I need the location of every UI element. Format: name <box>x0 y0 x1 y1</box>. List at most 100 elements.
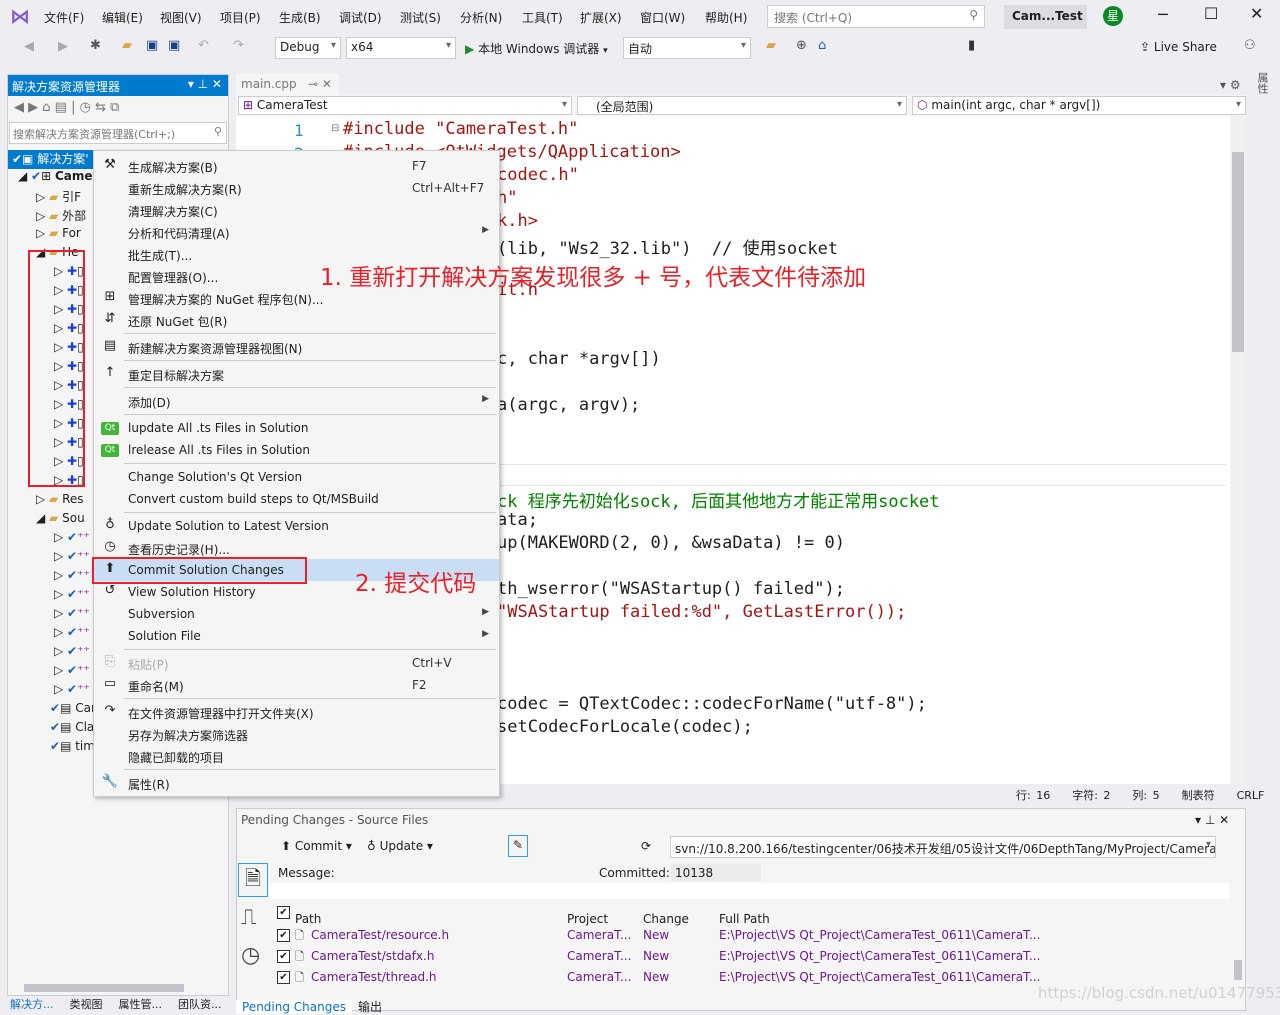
message-tab-icon[interactable]: 🗎 <box>238 863 268 897</box>
file-row-path[interactable]: CameraTest/thread.h <box>311 970 437 984</box>
context-menu-item[interactable]: 添加(D) ▶ <box>94 390 499 412</box>
context-menu-item[interactable]: Qt lupdate All .ts Files in Solution <box>94 417 499 439</box>
column-header[interactable]: Path <box>295 912 321 926</box>
fold-marker-icon[interactable]: ⊟ <box>331 123 339 134</box>
find-in-files-icon[interactable]: ▰ <box>766 38 776 53</box>
menu-item[interactable]: 视图(V) <box>160 9 202 26</box>
menu-item[interactable]: 调试(D) <box>339 9 382 26</box>
pin-icon[interactable]: ⊸ ✕ <box>308 77 332 91</box>
source-files-tab-icon[interactable]: ⎍ <box>241 905 256 930</box>
tree-item[interactable]: ✔▤ tim <box>50 739 95 758</box>
menu-item[interactable]: 编辑(E) <box>102 9 143 26</box>
context-menu-item[interactable]: 分析和代码清理(A) ▶ <box>94 221 499 243</box>
row-checkbox[interactable]: ✔ <box>277 929 290 942</box>
panel-controls[interactable]: ▾ ⊥ ✕ <box>188 77 222 91</box>
tree-item[interactable]: ▷ ✔⁺⁺ <box>54 682 90 701</box>
tree-item[interactable]: ▷ ▰ Res <box>36 492 84 511</box>
context-menu-item[interactable]: ↷ 在文件资源管理器中打开文件夹(X) <box>94 701 499 723</box>
bottom-panel-tab[interactable]: 输出 <box>352 1000 388 1014</box>
save-all-icon[interactable]: ▣ <box>168 38 180 53</box>
header-checkbox[interactable]: ✔ <box>277 906 290 919</box>
avatar[interactable]: 星 <box>1103 6 1123 26</box>
tree-item[interactable]: ✔▤ Car <box>50 701 96 720</box>
nav-scope-dropdown[interactable]: (全局范围) <box>577 96 907 115</box>
context-menu-item[interactable]: 隐藏已卸载的项目 <box>94 745 499 767</box>
se-bottom-tab[interactable]: 解决方... <box>7 998 57 1011</box>
tree-item[interactable]: ◢ ✔⊞ Came <box>18 169 93 188</box>
context-menu-item[interactable]: 🔧 属性(R) <box>94 772 499 794</box>
tree-item[interactable]: ▷ ✔⁺⁺ <box>54 606 90 625</box>
forward-icon[interactable]: ▶ <box>58 39 68 54</box>
run-button[interactable]: ▶ 本地 Windows 调试器 ▾ <box>465 40 608 57</box>
context-menu-item[interactable]: ◷ 查看历史记录(H)... <box>94 537 499 559</box>
context-menu-item[interactable]: ⇵ 还原 NuGet 包(R) <box>94 309 499 331</box>
bottom-panel-tab[interactable]: Pending Changes <box>236 1000 352 1014</box>
context-menu-item[interactable]: Change Solution's Qt Version <box>94 466 499 488</box>
new-project-icon[interactable]: ✱ <box>90 38 101 53</box>
context-menu-item[interactable]: Convert custom build steps to Qt/MSBuild <box>94 488 499 510</box>
search-box[interactable]: 搜索 (Ctrl+Q) ⚲ <box>767 5 985 28</box>
save-icon[interactable]: ▣ <box>146 38 158 53</box>
context-menu-item[interactable]: Solution File ▶ <box>94 625 499 647</box>
maximize-button[interactable]: ☐ <box>1204 4 1218 23</box>
menu-item[interactable]: 帮助(H) <box>705 9 747 26</box>
tree-item[interactable]: ▷ ▰ For <box>36 226 81 245</box>
se-bottom-tab[interactable]: 属性管... <box>116 998 166 1011</box>
tree-item[interactable]: ▷ ✔⁺⁺ <box>54 587 90 606</box>
config-dropdown[interactable]: Debug <box>275 37 341 59</box>
properties-side-tab[interactable]: 属性 <box>1256 72 1270 94</box>
tree-item[interactable]: ▷ ✔⁺⁺ <box>54 568 90 587</box>
menu-item[interactable]: 分析(N) <box>460 9 502 26</box>
home-icon[interactable]: ⌂ <box>42 100 50 115</box>
live-share-button[interactable]: ⇪ Live Share <box>1140 40 1217 54</box>
context-menu-item[interactable]: 清理解决方案(C) <box>94 199 499 221</box>
tree-item[interactable]: ▷ ✔⁺⁺ <box>54 625 90 644</box>
column-header[interactable]: Full Path <box>719 912 770 926</box>
context-menu-item[interactable]: ▭ 重命名(M) F2 <box>94 674 499 696</box>
close-button[interactable]: ✕ <box>1250 4 1263 23</box>
editor-tab-main-cpp[interactable]: main.cpp ⊸ ✕ <box>236 74 339 95</box>
refresh-icon[interactable]: ⟳ <box>641 839 651 853</box>
context-menu-item[interactable]: Subversion ▶ <box>94 603 499 625</box>
menu-item[interactable]: 扩展(X) <box>580 9 622 26</box>
row-checkbox[interactable]: ✔ <box>277 950 290 963</box>
home-icon[interactable]: ⌂ <box>818 38 826 53</box>
context-menu-item[interactable]: ▤ 新建解决方案资源管理器视图(N) <box>94 336 499 358</box>
context-menu-item[interactable]: 另存为解决方案筛选器 <box>94 723 499 745</box>
file-row-path[interactable]: CameraTest/resource.h <box>311 928 449 942</box>
minimize-button[interactable]: ─ <box>1158 5 1168 24</box>
menu-item[interactable]: 项目(P) <box>220 9 261 26</box>
history-tab-icon[interactable]: ◷ <box>241 943 260 968</box>
context-menu-item[interactable]: ♁ Update Solution to Latest Version <box>94 515 499 537</box>
tree-item[interactable]: ▷ ▰ 外部 <box>36 207 86 226</box>
tree-item[interactable]: ▷ ✔⁺⁺ <box>54 530 90 549</box>
platform-dropdown[interactable]: x64 <box>346 37 456 59</box>
panel-controls[interactable]: ▾ ⊥ ✕ <box>1195 813 1229 827</box>
menu-item[interactable]: 测试(S) <box>400 9 441 26</box>
tree-item[interactable]: ✔▣ 解决方案' <box>8 150 93 169</box>
se-search-input[interactable]: 搜索解决方案资源管理器(Ctrl+;) ⚲ <box>9 122 227 144</box>
undo-icon[interactable]: ↶ <box>198 38 209 53</box>
tree-item[interactable]: ▷ ▰ 引F <box>36 188 81 207</box>
se-bottom-tab[interactable]: 类视图 <box>67 998 106 1011</box>
browser-icon[interactable]: ⊕ <box>796 38 807 53</box>
back-icon[interactable]: ◀ <box>24 39 34 54</box>
run-mode-dropdown[interactable]: 自动 <box>623 37 751 59</box>
context-menu-item[interactable]: 重新生成解决方案(R) Ctrl+Alt+F7 <box>94 177 499 199</box>
bookmark-icon[interactable]: ▮ <box>968 38 975 53</box>
nav-function-dropdown[interactable]: ⬡ main(int argc, char * argv[]) <box>912 96 1246 115</box>
file-list-scrollbar[interactable] <box>1234 960 1242 980</box>
edit-icon[interactable]: ✎ <box>508 835 528 857</box>
repo-url-dropdown[interactable]: svn://10.8.200.166/testingcenter/06技术开发组… <box>670 836 1216 858</box>
file-row-path[interactable]: CameraTest/stdafx.h <box>311 949 434 963</box>
context-menu-item[interactable]: ⚒ 生成解决方案(B) F7 <box>94 155 499 177</box>
menu-item[interactable]: 窗口(W) <box>640 9 685 26</box>
feedback-icon[interactable]: ⚇ <box>1244 38 1256 53</box>
tree-item[interactable]: ▷ ✔⁺⁺ <box>54 644 90 663</box>
tree-item[interactable]: ◢ ▰ Sou <box>36 511 85 530</box>
update-button[interactable]: ♁ Update ▾ <box>367 839 433 853</box>
context-menu-item[interactable]: Qt lrelease All .ts Files in Solution <box>94 439 499 461</box>
status-tabs[interactable]: 制表符 <box>1182 789 1215 802</box>
context-menu-item[interactable]: ⎘ 粘贴(P) Ctrl+V <box>94 652 499 674</box>
status-eol[interactable]: CRLF <box>1237 789 1265 802</box>
